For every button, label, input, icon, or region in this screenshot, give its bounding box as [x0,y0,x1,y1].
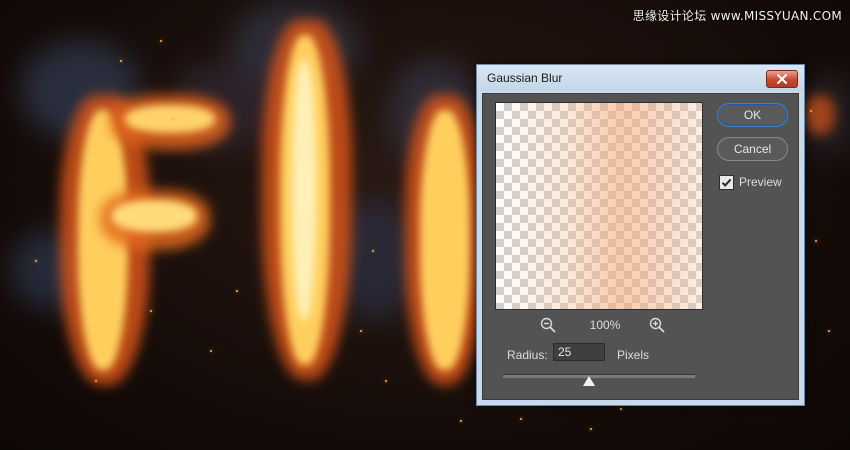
close-button[interactable] [766,70,798,88]
radius-slider-track[interactable] [503,374,695,378]
zoom-in-icon [649,317,665,333]
preview-checkbox[interactable] [719,175,734,190]
dialog-body: 100% Radius: Pixels OK Cancel Preview [482,93,799,400]
zoom-level: 100% [589,318,621,332]
site-watermark: 思缘设计论坛 www.MISSYUAN.COM [632,9,842,23]
checkmark-icon [721,178,732,187]
radius-slider-thumb[interactable] [583,376,596,386]
preview-label: Preview [739,175,782,189]
preview-pane[interactable] [495,102,703,310]
gaussian-blur-dialog: Gaussian Blur 100% Radius: 25 Pixels OK … [476,64,805,406]
radius-input[interactable] [553,343,605,361]
radius-label: Radius: [507,348,548,362]
zoom-in-button[interactable] [649,317,665,333]
zoom-out-icon [540,317,556,333]
blurred-preview-image [496,103,702,309]
dialog-title-bar[interactable]: Gaussian Blur [477,65,804,91]
ok-button[interactable]: OK [717,103,788,127]
cancel-button[interactable]: Cancel [717,137,788,161]
close-icon [777,74,787,84]
zoom-out-button[interactable] [540,317,556,333]
radius-units-label: Pixels [617,348,650,362]
dialog-title: Gaussian Blur [487,71,563,85]
